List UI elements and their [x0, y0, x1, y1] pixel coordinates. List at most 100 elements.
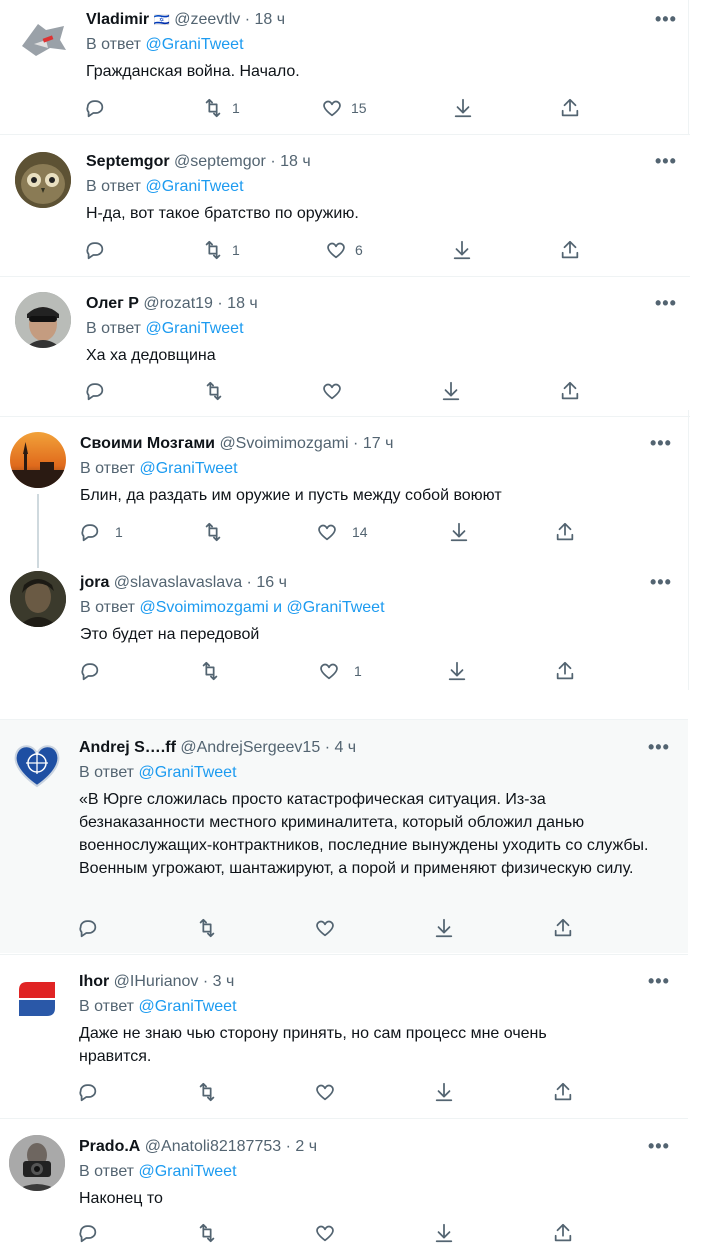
timeline-border [688, 0, 689, 134]
bookmark-button[interactable] [440, 380, 462, 402]
retweet-button[interactable] [199, 660, 221, 682]
reply-button[interactable] [77, 917, 99, 939]
more-options-button[interactable]: ••• [655, 10, 677, 28]
avatar[interactable] [16, 10, 72, 66]
tweet-text: Блин, да раздать им оружие и пусть между… [80, 487, 502, 504]
bookmark-button[interactable] [433, 1081, 455, 1103]
like-button[interactable] [314, 1081, 336, 1103]
timestamp[interactable]: · 17 ч [353, 435, 393, 452]
reply-prefix: В ответ [80, 599, 136, 616]
share-icon [561, 240, 579, 259]
reply-button[interactable]: 1 [79, 521, 123, 543]
timestamp[interactable]: · 4 ч [325, 739, 356, 756]
share-button[interactable] [559, 380, 581, 402]
retweet-button[interactable] [203, 380, 225, 402]
more-options-button[interactable]: ••• [648, 1137, 670, 1155]
timestamp[interactable]: · 16 ч [247, 574, 287, 591]
retweet-button[interactable] [196, 1081, 218, 1103]
bookmark-button[interactable] [433, 917, 455, 939]
bookmark-button[interactable] [448, 521, 470, 543]
more-options-button[interactable]: ••• [655, 294, 677, 312]
timestamp[interactable]: · 2 ч [286, 1138, 317, 1155]
author-name[interactable]: Vladimir [86, 11, 149, 28]
reply-to-link[interactable]: @GraniTweet [145, 36, 243, 53]
tweet-text: Н-да, вот такое братство по оружию. [86, 205, 359, 222]
retweet-button[interactable]: 1 [202, 97, 240, 119]
retweet-icon [205, 522, 221, 542]
like-button[interactable]: 6 [325, 239, 363, 261]
share-button[interactable] [552, 917, 574, 939]
timestamp[interactable]: · 18 ч [217, 295, 257, 312]
avatar[interactable] [15, 292, 71, 348]
share-button[interactable] [559, 239, 581, 261]
timestamp[interactable]: · 18 ч [245, 11, 285, 28]
like-button[interactable] [314, 917, 336, 939]
reply-button[interactable] [77, 1222, 99, 1244]
author-handle[interactable]: @Svoimimozgami [219, 435, 348, 452]
reply-button[interactable] [84, 97, 114, 119]
retweet-button[interactable] [196, 917, 218, 939]
avatar[interactable] [9, 970, 65, 1026]
bookmark-button[interactable] [433, 1222, 455, 1244]
avatar[interactable] [9, 736, 65, 792]
retweet-button[interactable] [196, 1222, 218, 1244]
avatar[interactable] [9, 1135, 65, 1191]
more-options-button[interactable]: ••• [650, 573, 672, 591]
more-options-button[interactable]: ••• [648, 972, 670, 990]
author-name[interactable]: Олег Р [86, 295, 139, 312]
share-button[interactable] [559, 97, 581, 119]
bookmark-button[interactable] [451, 239, 473, 261]
bookmark-button[interactable] [446, 660, 468, 682]
divider [0, 1118, 688, 1119]
reply-button[interactable] [84, 239, 114, 261]
author-name[interactable]: jora [80, 574, 109, 591]
reply-to-link[interactable]: @GraniTweet [139, 460, 237, 477]
like-button[interactable]: 14 [316, 521, 368, 543]
more-options-button[interactable]: ••• [648, 738, 670, 756]
reply-to-link[interactable]: @GraniTweet [138, 998, 236, 1015]
author-handle[interactable]: @rozat19 [143, 295, 213, 312]
author-handle[interactable]: @IHurianov [114, 973, 199, 990]
retweet-button[interactable]: 1 [202, 239, 240, 261]
retweet-button[interactable] [202, 521, 224, 543]
like-button[interactable]: 15 [321, 97, 367, 119]
share-button[interactable] [554, 660, 576, 682]
bookmark-button[interactable] [452, 97, 474, 119]
avatar[interactable] [10, 571, 66, 627]
timestamp[interactable]: · 18 ч [270, 153, 310, 170]
reply-to-link[interactable]: @GraniTweet [145, 178, 243, 195]
like-button[interactable] [314, 1222, 336, 1244]
reply-to-link[interactable]: @GraniTweet [138, 1163, 236, 1180]
reply-to-link[interactable]: @Svoimimozgami и @GraniTweet [139, 599, 384, 616]
author-name[interactable]: Своими Мозгами [80, 435, 215, 452]
author-handle[interactable]: @AndrejSergeev15 [180, 739, 320, 756]
author-handle[interactable]: @slavaslavaslava [114, 574, 242, 591]
download-icon [435, 918, 453, 938]
retweet-icon [199, 1223, 215, 1243]
reply-prefix: В ответ [79, 1163, 135, 1180]
like-button[interactable]: 1 [318, 660, 362, 682]
reply-to-link[interactable]: @GraniTweet [145, 320, 243, 337]
reply-button[interactable] [77, 1081, 99, 1103]
avatar[interactable] [15, 152, 71, 208]
heart-icon [320, 663, 338, 680]
timestamp[interactable]: · 3 ч [203, 973, 234, 990]
more-options-button[interactable]: ••• [650, 434, 672, 452]
author-handle[interactable]: @zeevtlv [174, 11, 240, 28]
more-options-button[interactable]: ••• [655, 152, 677, 170]
reply-to-link[interactable]: @GraniTweet [138, 764, 236, 781]
reply-button[interactable] [84, 380, 106, 402]
share-button[interactable] [554, 521, 576, 543]
author-name[interactable]: Septemgor [86, 153, 170, 170]
author-name[interactable]: Andrej S….ff [79, 739, 176, 756]
author-handle[interactable]: @Anatoli82187753 [145, 1138, 281, 1155]
author-name[interactable]: Prado.A [79, 1138, 140, 1155]
avatar[interactable] [10, 432, 66, 488]
like-button[interactable] [321, 380, 343, 402]
share-button[interactable] [552, 1081, 574, 1103]
retweet-icon [202, 661, 218, 681]
author-handle[interactable]: @septemgor [174, 153, 266, 170]
share-button[interactable] [552, 1222, 574, 1244]
author-name[interactable]: Ihor [79, 973, 109, 990]
reply-button[interactable] [79, 660, 101, 682]
